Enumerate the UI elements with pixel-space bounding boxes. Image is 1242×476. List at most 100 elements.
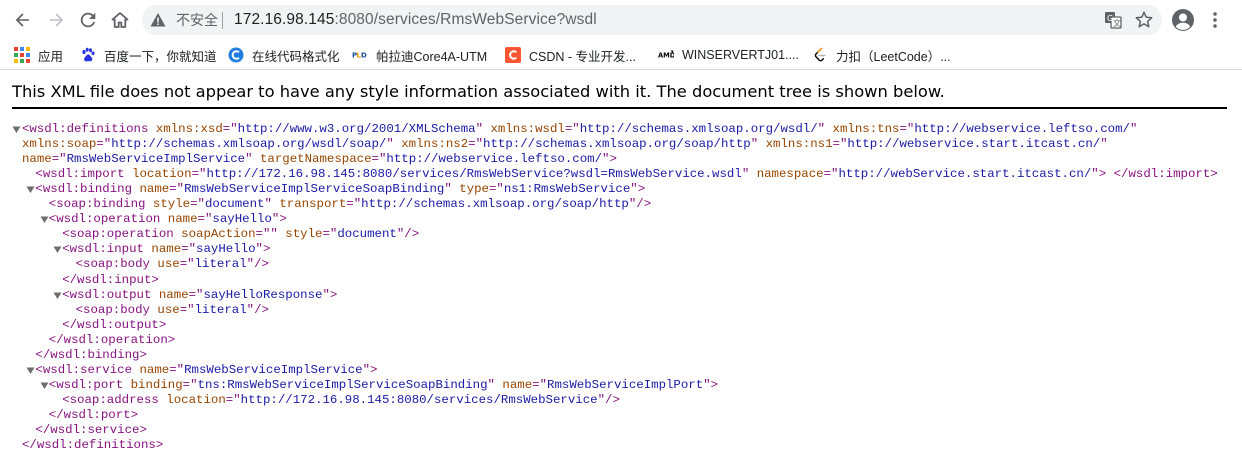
url-path: :8080/services/RmsWebService?wsdl bbox=[334, 11, 597, 28]
bookmark-pld-utm[interactable]: PLD 帕拉迪Core4A-UTM bbox=[352, 43, 487, 67]
bookmark-baidu[interactable]: 百度一下，你就知道 bbox=[80, 43, 217, 67]
bookmark-apps[interactable]: 应用 bbox=[14, 43, 63, 67]
xml-tag: =" bbox=[468, 137, 484, 152]
xml-tag: <wsdl:operation bbox=[48, 212, 168, 227]
translate-icon[interactable]: G文 bbox=[1104, 11, 1122, 29]
xml-attr-name: use bbox=[157, 302, 180, 317]
more-menu-icon[interactable] bbox=[1207, 5, 1223, 35]
home-icon bbox=[111, 12, 129, 28]
bookmark-star-icon[interactable] bbox=[1134, 10, 1154, 30]
xml-attr-val: sayHelloResponse bbox=[203, 287, 323, 302]
xml-tag: " bbox=[264, 197, 280, 212]
browser-toolbar: 不安全 172.16.98.145:8080/services/RmsWebSe… bbox=[0, 0, 1242, 40]
bookmark-code-formatter[interactable]: 在线代码格式化 bbox=[228, 43, 340, 67]
xml-attr-val: literal bbox=[194, 302, 247, 317]
xml-line: </wsdl:binding> bbox=[35, 348, 147, 363]
xml-line: <wsdl:binding name="RmsWebServiceImplSer… bbox=[35, 182, 645, 197]
xml-line: <wsdl:definitions xmlns:xsd="http://www.… bbox=[22, 122, 1137, 137]
bookmark-leetcode[interactable]: 力扣（LeetCode）... bbox=[812, 43, 951, 67]
xml-tag: <soap:body bbox=[75, 257, 158, 272]
address-bar[interactable]: 不安全 172.16.98.145:8080/services/RmsWebSe… bbox=[142, 5, 1162, 35]
xml-attr-val: document bbox=[337, 227, 397, 242]
xml-tag: " bbox=[1100, 137, 1108, 152]
xml-line: </wsdl:output> bbox=[62, 318, 166, 333]
xml-tag: </wsdl:definitions> bbox=[22, 438, 164, 453]
xml-tag: </wsdl:port> bbox=[48, 407, 139, 422]
xml-line: <soap:binding style="document" transport… bbox=[49, 197, 651, 212]
amd-logo-icon: AMD bbox=[658, 47, 674, 63]
xml-tag: <soap:body bbox=[75, 302, 158, 317]
xml-tag: =" bbox=[190, 197, 205, 212]
xml-tag: <wsdl:input bbox=[62, 242, 152, 257]
xml-attr-name: location bbox=[132, 167, 192, 182]
xml-attr-val: RmsWebServiceImplServiceSoapBinding bbox=[184, 182, 445, 197]
xml-tag: </wsdl:output> bbox=[62, 317, 167, 332]
profile-avatar-icon[interactable] bbox=[1171, 8, 1195, 32]
xml-tag: "> bbox=[703, 377, 719, 392]
xml-attr-name: name bbox=[139, 362, 170, 377]
xml-tag: "/> bbox=[246, 302, 269, 317]
xml-tag: "> bbox=[602, 152, 617, 167]
not-secure-warning-icon[interactable] bbox=[150, 12, 166, 28]
xml-attr-val: http://schemas.xmlsoap.org/soap/http bbox=[361, 197, 629, 212]
bookmarks-bar: 应用 百度一下，你就知道 在线代码格式化 PLD 帕拉迪Core4A-UTM C… bbox=[0, 40, 1242, 70]
reload-button[interactable] bbox=[73, 5, 103, 35]
xml-attr-val: document bbox=[204, 197, 265, 212]
xml-attr-name: namespace bbox=[756, 167, 824, 182]
xml-line: <soap:body use="literal"/> bbox=[76, 303, 269, 318]
forward-button[interactable] bbox=[41, 5, 71, 35]
xml-attr-name: xmlns:wsdl bbox=[490, 122, 565, 136]
url-text[interactable]: 172.16.98.145:8080/services/RmsWebServic… bbox=[234, 11, 597, 29]
xml-tag: =" bbox=[225, 392, 241, 407]
xml-tag: "/> bbox=[597, 392, 620, 407]
xml-attr-name: targetNamespace bbox=[259, 152, 372, 167]
xml-attr-name: name bbox=[151, 242, 182, 257]
xml-tag: "/> bbox=[396, 227, 420, 242]
page-content: This XML file does not appear to have an… bbox=[0, 71, 1242, 476]
xml-attr-name: type bbox=[459, 182, 489, 197]
xml-tag: =" bbox=[832, 137, 848, 152]
xml-txt bbox=[1106, 167, 1113, 181]
xml-attr-val: http://172.16.98.145:8080/services/RmsWe… bbox=[240, 392, 598, 407]
xml-tag: </wsdl:import> bbox=[1113, 167, 1218, 182]
xml-line: </wsdl:definitions> bbox=[22, 438, 163, 453]
xml-tag: =" bbox=[823, 167, 839, 182]
bookmark-csdn[interactable]: CSDN - 专业开发... bbox=[505, 43, 636, 67]
xml-tag: "> bbox=[322, 287, 338, 302]
xml-tag: <wsdl:definitions bbox=[22, 122, 156, 136]
bookmark-winservertj01[interactable]: AMD WINSERVERTJ01.... bbox=[658, 43, 799, 67]
xml-tag: " bbox=[386, 137, 402, 152]
xml-tag: " bbox=[444, 182, 460, 197]
xml-line: <wsdl:port binding="tns:RmsWebServiceImp… bbox=[49, 378, 718, 393]
back-button[interactable] bbox=[8, 5, 38, 35]
xml-tag: "/> bbox=[246, 257, 269, 272]
xml-attr-val: tns:RmsWebServiceImplServiceSoapBinding bbox=[197, 377, 488, 392]
xml-attr-name: use bbox=[157, 257, 180, 272]
apps-grid-icon bbox=[14, 47, 30, 63]
xml-tag: </wsdl:service> bbox=[35, 423, 147, 437]
home-button[interactable] bbox=[105, 5, 135, 35]
collapse-toggle-icon[interactable] bbox=[12, 125, 22, 135]
xml-tag: =" bbox=[532, 377, 548, 392]
xml-line: <soap:address location="http://172.16.98… bbox=[62, 393, 620, 408]
xml-line: </wsdl:port> bbox=[49, 408, 138, 423]
xml-tag: "> bbox=[630, 182, 646, 197]
xml-tag: =" bbox=[169, 182, 185, 197]
url-host: 172.16.98.145 bbox=[234, 11, 335, 28]
svg-text:文: 文 bbox=[1113, 18, 1121, 28]
xml-tag: " bbox=[750, 137, 766, 152]
xml-tag: </wsdl:binding> bbox=[35, 347, 147, 362]
xml-line: xmlns:soap="http://schemas.xmlsoap.org/w… bbox=[22, 137, 1108, 152]
xml-attr-name: xmlns:soap bbox=[22, 137, 97, 152]
xml-attr-name: name bbox=[502, 377, 533, 392]
xml-line: name="RmsWebServiceImplService" targetNa… bbox=[22, 152, 617, 167]
security-label[interactable]: 不安全 bbox=[176, 12, 218, 28]
bookmark-label: WINSERVERTJ01.... bbox=[682, 48, 799, 62]
xml-line: <soap:operation soapAction="" style="doc… bbox=[62, 227, 419, 242]
xml-tag: =" bbox=[169, 362, 185, 377]
bookmark-label: 帕拉迪Core4A-UTM bbox=[376, 49, 488, 64]
xml-tag: " bbox=[487, 377, 503, 392]
xml-attr-name: name bbox=[158, 287, 189, 302]
xml-tag: " bbox=[245, 152, 260, 167]
xml-line: </wsdl:input> bbox=[62, 273, 159, 288]
